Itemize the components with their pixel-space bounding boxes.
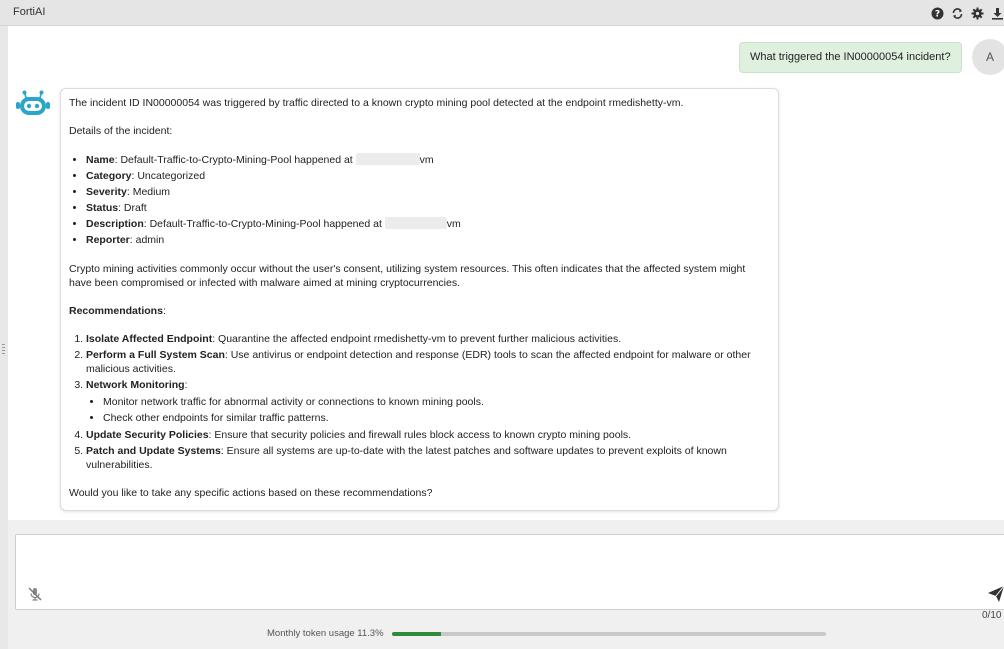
assistant-explanation: Crypto mining activities commonly occur … xyxy=(69,263,746,289)
send-icon[interactable] xyxy=(986,585,1004,603)
token-usage-fill xyxy=(392,632,442,636)
recommendation-item: Isolate Affected Endpoint: Quarantine th… xyxy=(86,332,768,346)
token-usage-label: Monthly token usage 11.3% xyxy=(267,628,384,639)
svg-text:?: ? xyxy=(934,9,939,19)
details-heading: Details of the incident: xyxy=(69,125,173,137)
recommendation-item: Network Monitoring: Monitor network traf… xyxy=(86,378,768,426)
detail-name: Name: Default-Traffic-to-Crypto-Mining-P… xyxy=(86,152,768,168)
detail-status: Status: Draft xyxy=(86,200,768,216)
user-avatar: A xyxy=(972,39,1004,75)
chat-area: What triggered the IN00000054 incident? … xyxy=(8,26,1004,520)
composer-region: 0/10 Monthly token usage 11.3% xyxy=(8,520,1004,649)
assistant-message: The incident ID IN00000054 was triggered… xyxy=(60,88,779,511)
refresh-icon[interactable] xyxy=(950,6,964,20)
recommendations-heading: Recommendations: xyxy=(69,305,166,317)
recommendation-item: Patch and Update Systems: Ensure all sys… xyxy=(86,444,768,472)
settings-icon[interactable] xyxy=(970,6,984,20)
details-list: Name: Default-Traffic-to-Crypto-Mining-P… xyxy=(86,152,768,248)
assistant-closing: Would you like to take any specific acti… xyxy=(69,487,433,499)
toolbar-icons: ? xyxy=(930,6,1004,20)
microphone-muted-icon[interactable] xyxy=(27,586,43,602)
drag-handle-icon[interactable] xyxy=(2,344,5,358)
redacted-text xyxy=(355,153,420,165)
bot-avatar-icon xyxy=(14,86,52,120)
detail-category: Category: Uncategorized xyxy=(86,168,768,184)
detail-reporter: Reporter: admin xyxy=(86,232,768,248)
assistant-intro: The incident ID IN00000054 was triggered… xyxy=(69,97,684,109)
sub-recommendation-item: Check other endpoints for similar traffi… xyxy=(103,410,768,426)
left-splitter[interactable] xyxy=(0,26,8,649)
sub-recommendations-list: Monitor network traffic for abnormal act… xyxy=(103,394,768,426)
detail-severity: Severity: Medium xyxy=(86,184,768,200)
token-usage-bar xyxy=(392,632,826,636)
app-title: FortiAI xyxy=(13,6,46,18)
user-message-bubble: What triggered the IN00000054 incident? xyxy=(739,42,962,73)
recommendation-item: Update Security Policies: Ensure that se… xyxy=(86,428,768,442)
help-icon[interactable]: ? xyxy=(930,6,944,20)
message-input[interactable] xyxy=(15,534,1004,610)
sub-recommendation-item: Monitor network traffic for abnormal act… xyxy=(103,394,768,410)
redacted-text xyxy=(384,217,447,229)
character-count: 0/10 xyxy=(982,610,1002,621)
top-bar: FortiAI ? xyxy=(0,0,1004,26)
download-icon[interactable] xyxy=(990,6,1004,20)
detail-description: Description: Default-Traffic-to-Crypto-M… xyxy=(86,216,768,232)
recommendation-item: Perform a Full System Scan: Use antiviru… xyxy=(86,348,768,376)
recommendations-list: Isolate Affected Endpoint: Quarantine th… xyxy=(86,332,768,472)
